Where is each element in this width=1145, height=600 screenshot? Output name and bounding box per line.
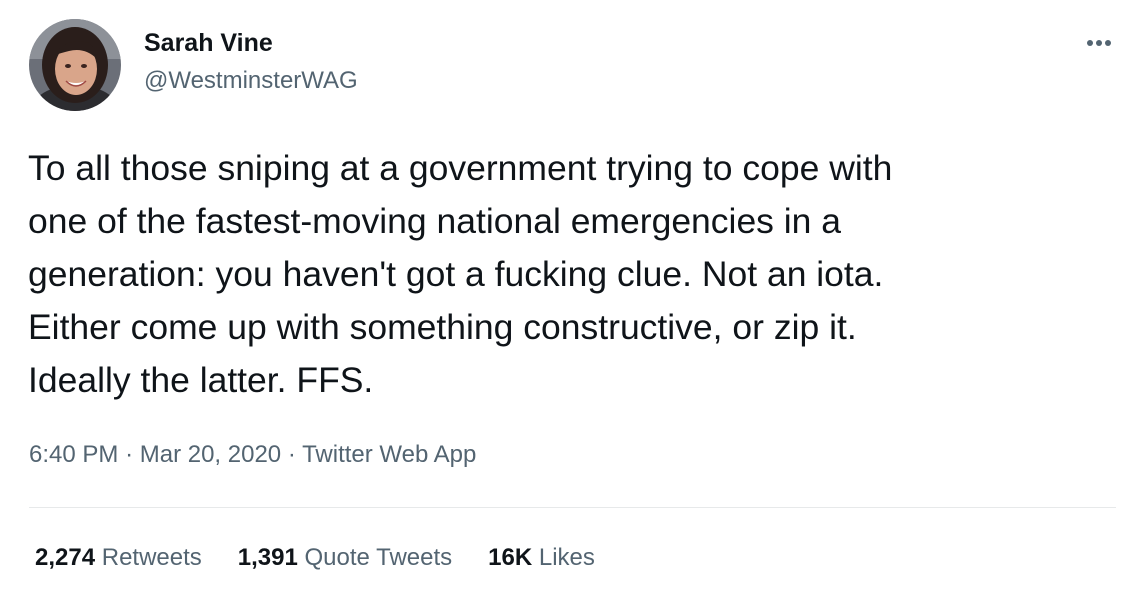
author-name[interactable]: Sarah Vine	[144, 28, 273, 58]
divider	[29, 507, 1116, 508]
separator: ·	[125, 441, 134, 468]
separator: ·	[287, 441, 296, 468]
tweet-time[interactable]: 6:40 PM	[29, 441, 118, 468]
retweets-count: 2,274	[35, 544, 96, 571]
more-options-button[interactable]	[1082, 30, 1116, 56]
tweet-card: Sarah Vine @WestminsterWAG To all those …	[0, 0, 1145, 600]
tweet-date[interactable]: Mar 20, 2020	[140, 441, 281, 468]
likes-label: Likes	[538, 544, 595, 571]
retweets-label: Retweets	[101, 544, 202, 571]
tweet-text: To all those sniping at a government try…	[28, 148, 893, 400]
quote-tweets-count: 1,391	[237, 544, 298, 571]
likes-count: 16K	[488, 544, 533, 571]
more-horizontal-icon	[1087, 40, 1111, 46]
quote-tweets-stat[interactable]: 1,391 Quote Tweets	[238, 543, 452, 573]
retweets-stat[interactable]: 2,274 Retweets	[35, 543, 202, 573]
avatar[interactable]	[29, 19, 121, 111]
quote-tweets-label: Quote Tweets	[304, 544, 453, 571]
profile-photo-icon	[29, 19, 121, 111]
tweet-source[interactable]: Twitter Web App	[302, 441, 476, 468]
likes-stat[interactable]: 16K Likes	[488, 543, 595, 573]
author-handle[interactable]: @WestminsterWAG	[144, 66, 358, 96]
tweet-stats: 2,274 Retweets 1,391 Quote Tweets 16K Li…	[35, 543, 595, 573]
tweet-metadata: 6:40 PM · Mar 20, 2020 · Twitter Web App	[29, 440, 476, 470]
